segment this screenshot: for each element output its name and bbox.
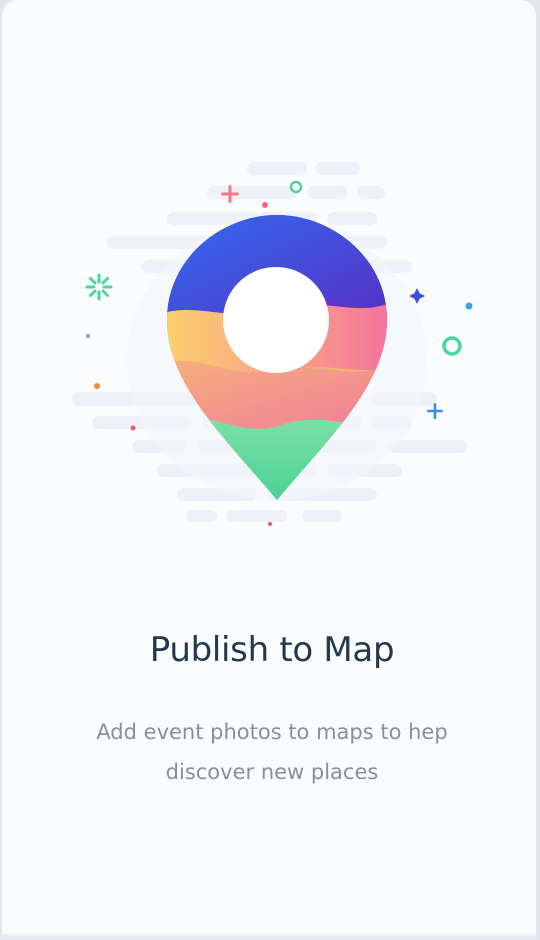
- page-description: Add event photos to maps to hep discover…: [96, 720, 448, 784]
- page-title: Publish to Map: [149, 630, 395, 670]
- onboarding-card: Publish to Map Add event photos to maps …: [2, 0, 536, 940]
- pin-hole: [223, 267, 329, 373]
- map-pin-illustration: [72, 162, 473, 526]
- card-bottom-edge: [2, 934, 536, 940]
